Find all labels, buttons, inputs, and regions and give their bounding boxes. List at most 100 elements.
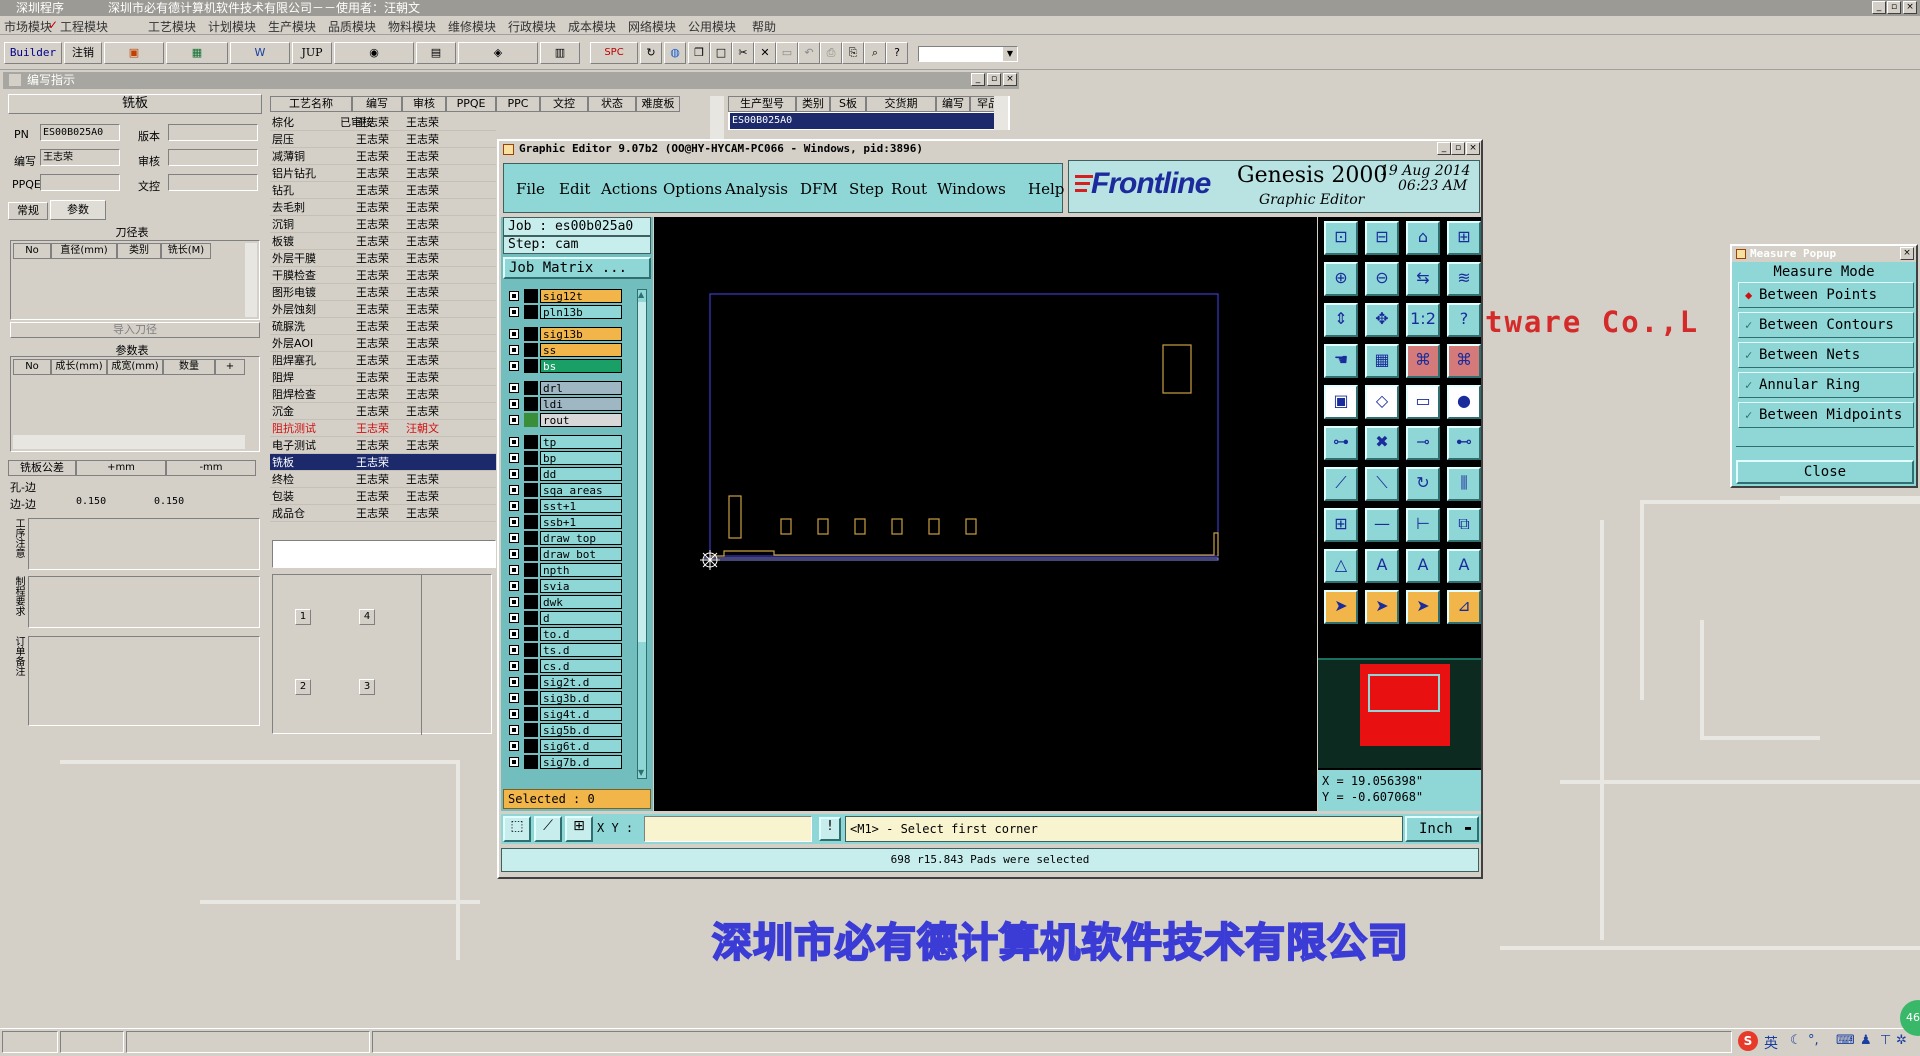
stack-icon[interactable]: ≋ xyxy=(1447,262,1481,296)
table-row[interactable]: 外层干膜 王志荣 王志荣 xyxy=(270,250,496,267)
table-row[interactable]: 钻孔 王志荣 王志荣 xyxy=(270,182,496,199)
layer-checkbox[interactable] xyxy=(509,453,519,463)
menu-item-9[interactable]: 成本模块 xyxy=(568,18,616,35)
slash-icon[interactable]: ⟍ xyxy=(1365,467,1399,501)
layer-checkbox[interactable] xyxy=(509,645,519,655)
graphics-canvas[interactable] xyxy=(654,217,1317,811)
layer-checkbox[interactable] xyxy=(509,709,519,719)
layer-checkbox[interactable] xyxy=(509,613,519,623)
menu-item-2[interactable]: 工艺模块 xyxy=(148,18,196,35)
lasso-icon[interactable]: ➤ xyxy=(1406,590,1440,624)
layer-checkbox[interactable] xyxy=(509,757,519,767)
line-icon[interactable]: ⟋ xyxy=(1324,467,1358,501)
note-order-field[interactable] xyxy=(28,636,260,726)
editor-menu-windows[interactable]: Windows xyxy=(937,180,1006,198)
param-hscrollbar[interactable] xyxy=(13,435,245,449)
ppt-icon[interactable]: ▣ xyxy=(104,42,164,64)
spc-button[interactable]: SPC xyxy=(590,42,638,64)
layer-checkbox[interactable] xyxy=(509,597,519,607)
version-field[interactable] xyxy=(168,124,258,141)
zoom-box-icon[interactable]: ⬚ xyxy=(503,816,531,842)
pn-field[interactable]: ES00B025A0 xyxy=(40,124,120,141)
search-icon[interactable]: ⌕ xyxy=(864,42,886,64)
layer-checkbox[interactable] xyxy=(509,437,519,447)
layer-row-cs.d[interactable]: cs.d xyxy=(508,659,622,673)
layer-row-bs[interactable]: bs xyxy=(508,359,622,373)
editor-close-button[interactable]: × xyxy=(1466,142,1480,155)
table-row[interactable]: 阻焊塞孔 王志荣 王志荣 xyxy=(270,352,496,369)
word-icon[interactable]: W xyxy=(230,42,290,64)
arc-icon[interactable]: ⊸ xyxy=(1406,426,1440,460)
job-matrix-button[interactable]: Job Matrix ... xyxy=(503,257,651,279)
layer-checkbox[interactable] xyxy=(509,291,519,301)
layer-checkbox[interactable] xyxy=(509,533,519,543)
snapshot-icon[interactable]: ⊡ xyxy=(1324,221,1358,255)
left-minimize-button[interactable]: _ xyxy=(971,73,985,86)
layer-checkbox[interactable] xyxy=(509,399,519,409)
menu-item-5[interactable]: 品质模块 xyxy=(328,18,376,35)
overview-map[interactable] xyxy=(1318,658,1481,768)
layer-row-draw_top[interactable]: draw_top xyxy=(508,531,622,545)
editor-restore-button[interactable]: ▫ xyxy=(1451,142,1465,155)
point-icon[interactable]: ⊷ xyxy=(1447,426,1481,460)
table-row[interactable]: 外层蚀刻 王志荣 王志荣 xyxy=(270,301,496,318)
measure-close-button[interactable]: Close xyxy=(1736,460,1914,484)
measure-option-0[interactable]: ◆ Between Points xyxy=(1738,282,1914,308)
scroll-down-icon[interactable]: ▼ xyxy=(638,768,646,778)
table-row[interactable]: 包装 王志荣 王志荣 xyxy=(270,488,496,505)
undo-icon[interactable]: ↶ xyxy=(798,42,820,64)
layer-checkbox[interactable] xyxy=(509,415,519,425)
note-req-field[interactable] xyxy=(28,576,260,628)
transform-icon[interactable]: ◇ xyxy=(1365,385,1399,419)
dot-icon[interactable]: ● xyxy=(1447,385,1481,419)
layer-row-sig6t.d[interactable]: sig6t.d xyxy=(508,739,622,753)
editor-menu-rout[interactable]: Rout xyxy=(891,180,927,198)
ime-mode[interactable]: 英 xyxy=(1764,1033,1778,1053)
select-icon[interactable]: ➤ xyxy=(1365,590,1399,624)
home-icon[interactable]: ⌂ xyxy=(1406,221,1440,255)
window-icon[interactable]: ⊞ xyxy=(1447,221,1481,255)
layer-checkbox[interactable] xyxy=(509,741,519,751)
editor-menu-options[interactable]: Options xyxy=(663,180,722,198)
taskbar-slot-3[interactable] xyxy=(126,1031,370,1053)
menu-item-3[interactable]: 计划模块 xyxy=(208,18,256,35)
layer-row-d[interactable]: d xyxy=(508,611,622,625)
query-icon[interactable]: ? xyxy=(1447,303,1481,337)
layer-row-ldi[interactable]: ldi xyxy=(508,397,622,411)
editor-menu-edit[interactable]: Edit xyxy=(559,180,590,198)
layer-row-drl[interactable]: drl xyxy=(508,381,622,395)
table-row[interactable]: ES00B025A0 xyxy=(730,113,994,129)
scroll-thumb[interactable] xyxy=(638,302,646,642)
table-row[interactable]: 沉铜 王志荣 王志荣 xyxy=(270,216,496,233)
layer-row-sqa_areas[interactable]: sqa_areas xyxy=(508,483,622,497)
layer-checkbox[interactable] xyxy=(509,329,519,339)
layer-row-svia[interactable]: svia xyxy=(508,579,622,593)
snap-icon[interactable]: ⟋ xyxy=(534,816,562,842)
layer-row-sig4t.d[interactable]: sig4t.d xyxy=(508,707,622,721)
layer-row-sig5b.d[interactable]: sig5b.d xyxy=(508,723,622,737)
editor-menu-actions[interactable]: Actions xyxy=(601,180,657,198)
table-row[interactable]: 干膜检查 王志荣 王志荣 xyxy=(270,267,496,284)
restore-button[interactable]: ▫ xyxy=(1887,1,1901,14)
table-row[interactable]: 阻焊检查 王志荣 王志荣 xyxy=(270,386,496,403)
measure-option-4[interactable]: ✓ Between Midpoints xyxy=(1738,402,1914,428)
keyboard-icon[interactable]: ⌨ xyxy=(1836,1033,1855,1048)
table-row[interactable]: 棕化 王志荣 王志荣 xyxy=(270,114,496,131)
feature-icon[interactable]: ▣ xyxy=(1324,385,1358,419)
table-row[interactable]: 铝片钻孔 王志荣 王志荣 xyxy=(270,165,496,182)
review-field[interactable] xyxy=(168,149,258,166)
layer-checkbox[interactable] xyxy=(509,307,519,317)
measure-option-1[interactable]: ✓ Between Contours xyxy=(1738,312,1914,338)
menu-item-6[interactable]: 物料模块 xyxy=(388,18,436,35)
eye-icon[interactable]: ◉ xyxy=(334,42,414,64)
toolbar-select[interactable]: ▼ xyxy=(918,46,1018,62)
layer-row-dd[interactable]: dd xyxy=(508,467,622,481)
sogou-ime-icon[interactable]: S xyxy=(1738,1031,1758,1051)
layer-row-ssb+1[interactable]: ssb+1 xyxy=(508,515,622,529)
editor-minimize-button[interactable]: _ xyxy=(1437,142,1451,155)
measure-option-3[interactable]: ✓ Annular Ring xyxy=(1738,372,1914,398)
layer-row-to.d[interactable]: to.d xyxy=(508,627,622,641)
layer-row-sig2t.d[interactable]: sig2t.d xyxy=(508,675,622,689)
xy-input[interactable] xyxy=(644,816,812,842)
menu-item-8[interactable]: 行政模块 xyxy=(508,18,556,35)
